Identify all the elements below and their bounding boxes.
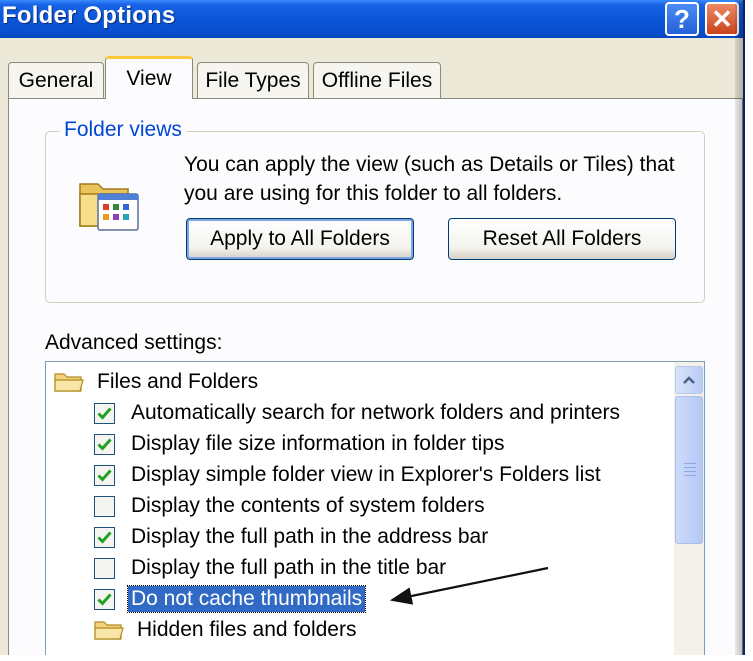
annotation-arrow-icon	[389, 566, 549, 605]
tab-view-label: View	[126, 67, 172, 90]
tab-view[interactable]: View	[105, 56, 193, 99]
